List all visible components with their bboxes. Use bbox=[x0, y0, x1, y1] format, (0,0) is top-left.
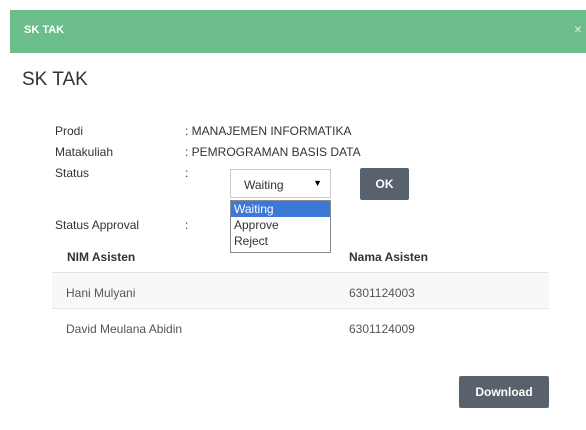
modal-title: SK TAK bbox=[24, 24, 65, 36]
download-button[interactable]: Download bbox=[459, 376, 549, 408]
nama-asisten-header: Nama Asisten bbox=[349, 250, 428, 264]
nim-asisten-header: NIM Asisten bbox=[67, 250, 136, 264]
status-options-list: Waiting Approve Reject bbox=[230, 200, 331, 253]
status-approval-colon: : bbox=[185, 218, 189, 232]
status-option-waiting[interactable]: Waiting bbox=[231, 201, 330, 217]
status-select[interactable]: Waiting ▼ bbox=[230, 169, 331, 198]
page-title: SK TAK bbox=[22, 69, 88, 90]
status-option-approve[interactable]: Approve bbox=[231, 217, 330, 233]
status-label: Status bbox=[55, 166, 90, 180]
prodi-value: : MANAJEMEN INFORMATIKA bbox=[185, 124, 352, 138]
matakuliah-label: Matakuliah bbox=[55, 145, 114, 159]
status-approval-label: Status Approval bbox=[55, 218, 140, 232]
table-cell-name: Hani Mulyani bbox=[66, 286, 136, 300]
prodi-label: Prodi bbox=[55, 124, 84, 138]
status-option-reject[interactable]: Reject bbox=[231, 233, 330, 249]
ok-button[interactable]: OK bbox=[360, 168, 409, 200]
caret-down-icon: ▼ bbox=[313, 178, 322, 188]
table-row: Hani Mulyani 6301124003 bbox=[52, 273, 549, 308]
table-cell-name: David Meulana Abidin bbox=[66, 322, 183, 336]
modal-header: SK TAK × bbox=[10, 10, 586, 53]
status-colon: : bbox=[185, 166, 189, 180]
status-select-value: Waiting bbox=[244, 178, 284, 192]
matakuliah-value: : PEMROGRAMAN BASIS DATA bbox=[185, 145, 361, 159]
close-icon[interactable]: × bbox=[574, 21, 582, 37]
table-row: David Meulana Abidin 6301124009 bbox=[52, 309, 549, 344]
table-cell-nim: 6301124003 bbox=[349, 286, 415, 300]
table-cell-nim: 6301124009 bbox=[349, 322, 415, 336]
